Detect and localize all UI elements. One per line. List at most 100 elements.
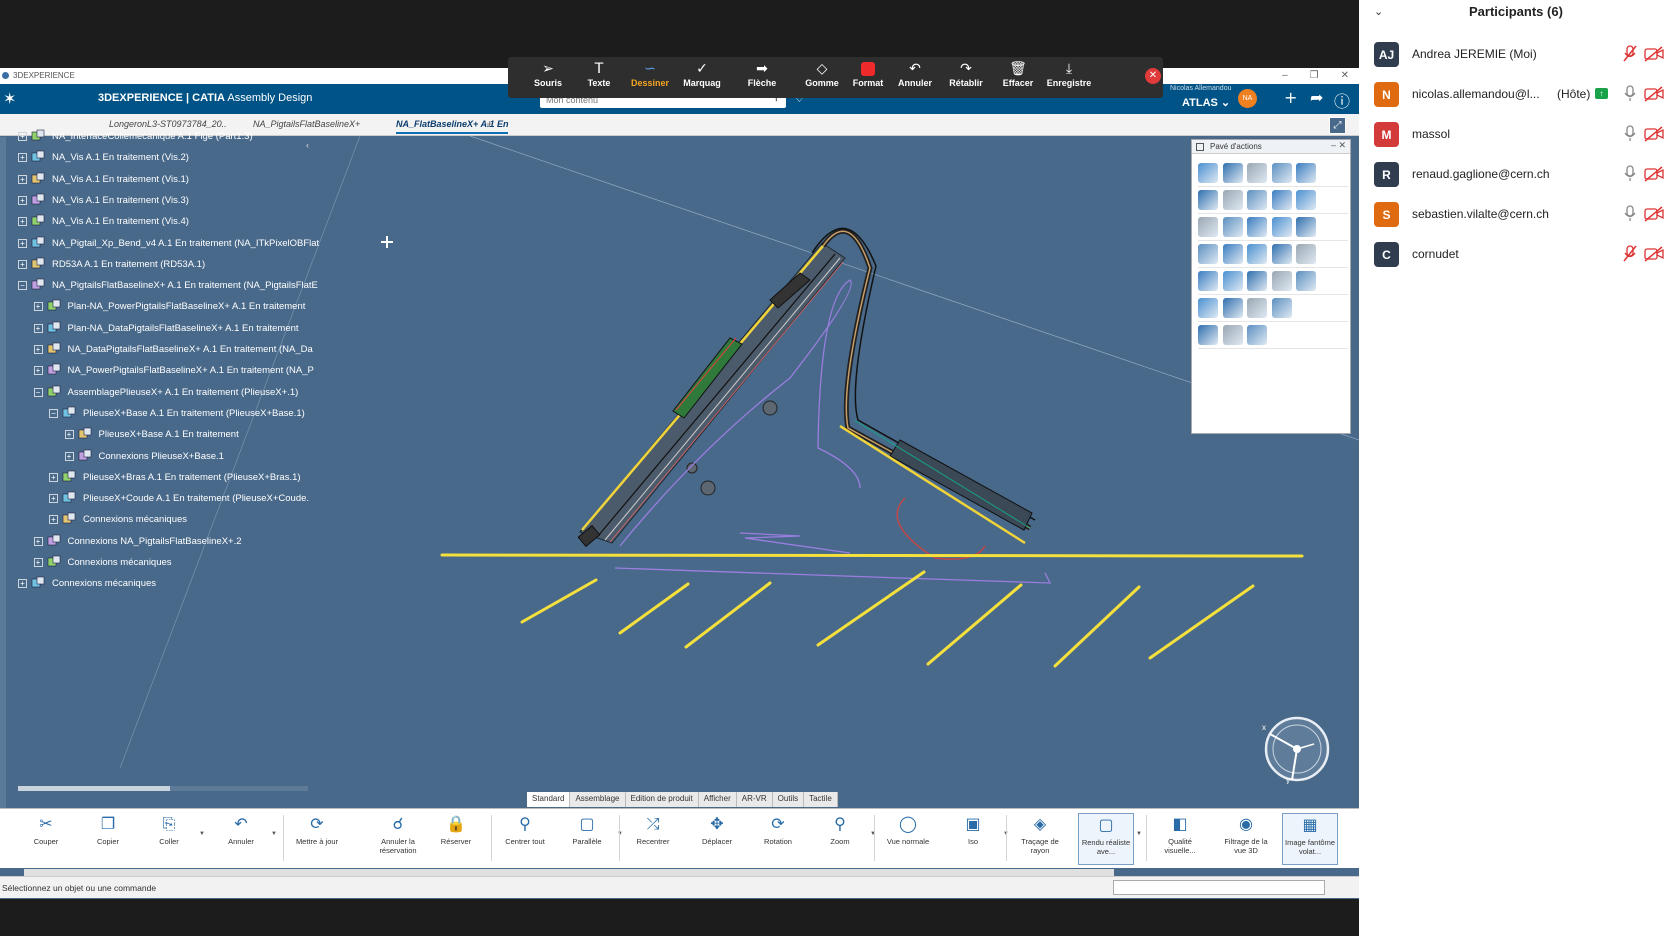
palette-command-icon[interactable]: [1247, 163, 1267, 183]
tool-parallel-cube[interactable]: ▢ Parallèle: [559, 813, 615, 865]
annotation-tool-marquag[interactable]: ✓ Marquag: [676, 60, 728, 96]
expand-node-icon[interactable]: +: [18, 579, 27, 589]
tool-visual-quality[interactable]: ◧ Qualité visuelle...: [1152, 813, 1208, 865]
participant-row[interactable]: Ssebastien.vilalte@cern.ch: [1359, 194, 1668, 235]
palette-command-icon[interactable]: [1198, 163, 1218, 183]
help-icon[interactable]: ⓘ: [1334, 88, 1350, 112]
palette-command-icon[interactable]: [1271, 244, 1292, 264]
close-icon[interactable]: ✕: [1341, 70, 1349, 81]
annotation-tool-gomme[interactable]: ◇ Gomme: [796, 60, 848, 96]
dropdown-arrow-icon[interactable]: ▼: [271, 831, 277, 837]
expand-node-icon[interactable]: +: [18, 153, 27, 163]
collapse-node-icon[interactable]: −: [33, 387, 43, 397]
palette-command-icon[interactable]: [1247, 190, 1267, 210]
participant-row[interactable]: Nnicolas.allemandou@l... (Hôte) ↑: [1359, 74, 1668, 115]
expand-node-icon[interactable]: +: [18, 132, 27, 141]
tree-node[interactable]: + Plan-NA_PowerPigtailsFlatBaselineX+ A.1…: [0, 297, 320, 317]
annotation-tool-souris[interactable]: ➢ Souris: [522, 60, 574, 96]
tool-scissors[interactable]: ✂ Couper: [18, 813, 74, 865]
palette-command-icon[interactable]: [1198, 244, 1218, 264]
participant-row[interactable]: AJ Andrea JEREMIE (Moi): [1359, 34, 1668, 75]
palette-command-icon[interactable]: [1247, 244, 1267, 264]
mic-icon[interactable]: [1623, 125, 1637, 142]
tool-update[interactable]: ⟳ Mettre à jour: [289, 813, 345, 865]
annotation-tool-enregistre[interactable]: ⤓ Enregistre: [1043, 60, 1095, 96]
palette-command-icon[interactable]: [1198, 325, 1218, 345]
participant-row[interactable]: Rrenaud.gaglione@cern.ch: [1359, 154, 1668, 195]
palette-command-icon[interactable]: [1198, 217, 1218, 237]
tool-rotate[interactable]: ⟳ Rotation: [750, 813, 806, 865]
palette-command-icon[interactable]: [1222, 325, 1243, 345]
mic-muted-icon[interactable]: [1623, 45, 1637, 62]
participant-row[interactable]: Ccornudet: [1359, 234, 1668, 275]
annotation-tool-texte[interactable]: T Texte: [573, 60, 625, 96]
annotation-tool-annuler[interactable]: ↶ Annuler: [889, 60, 941, 96]
expand-node-icon[interactable]: +: [49, 472, 58, 482]
dropdown-arrow-icon[interactable]: ▼: [1136, 831, 1142, 837]
tree-node[interactable]: + Plan-NA_DataPigtailsFlatBaselineX+ A.1 …: [0, 319, 320, 339]
tool-unreserve[interactable]: ☌ Annuler la réservation: [370, 813, 426, 865]
tree-node[interactable]: + Connexions PlieuseX+Base.1: [0, 447, 320, 467]
palette-command-icon[interactable]: [1247, 298, 1267, 318]
expand-node-icon[interactable]: +: [33, 558, 43, 567]
new-tab-icon[interactable]: +: [486, 117, 493, 131]
tree-node[interactable]: + NA_Vis A.1 En traitement (Vis.2): [0, 148, 320, 168]
mic-icon[interactable]: [1623, 85, 1637, 102]
tool-copy[interactable]: ❐ Copier: [80, 813, 136, 865]
expand-node-icon[interactable]: +: [18, 238, 27, 248]
fullscreen-icon[interactable]: ⤢: [1329, 117, 1346, 134]
tree-node[interactable]: + NA_PowerPigtailsFlatBaselineX+ A.1 En t…: [0, 361, 320, 381]
tool-center-all[interactable]: ⚲ Centrer tout: [497, 813, 553, 865]
expand-node-icon[interactable]: +: [33, 302, 43, 312]
tree-node[interactable]: + NA_Vis A.1 En traitement (Vis.3): [0, 191, 320, 211]
action-bar-scrollbar[interactable]: [24, 869, 1114, 876]
action-tab[interactable]: Assemblage: [570, 792, 626, 807]
expand-node-icon[interactable]: +: [33, 345, 43, 354]
action-tab[interactable]: Standard: [527, 792, 571, 807]
camera-off-icon[interactable]: [1644, 126, 1664, 142]
expand-node-icon[interactable]: +: [49, 515, 58, 525]
command-input[interactable]: [1113, 880, 1325, 895]
tree-node[interactable]: − PlieuseX+Base A.1 En traitement (Plieus…: [0, 404, 320, 424]
palette-command-icon[interactable]: [1222, 271, 1243, 291]
dropdown-arrow-icon[interactable]: ▼: [199, 831, 205, 837]
tree-node[interactable]: + PlieuseX+Base A.1 En traitement: [0, 425, 320, 445]
camera-off-icon[interactable]: [1644, 206, 1664, 222]
action-tab[interactable]: Edition de produit: [625, 792, 699, 807]
collapse-node-icon[interactable]: −: [49, 408, 58, 418]
tool-ray-trace[interactable]: ◈ Traçage de rayon: [1012, 813, 1068, 865]
chevron-down-icon[interactable]: ⌄: [1374, 5, 1383, 18]
tool-lock[interactable]: 🔒 Réserver: [428, 813, 484, 865]
annotation-tool-flèche[interactable]: ➡ Flèche: [736, 60, 788, 96]
tree-node[interactable]: + Connexions mécaniques: [0, 574, 320, 594]
palette-command-icon[interactable]: [1296, 217, 1316, 237]
collapse-node-icon[interactable]: −: [18, 281, 27, 291]
palette-command-icon[interactable]: [1198, 190, 1218, 210]
palette-command-icon[interactable]: [1247, 271, 1267, 291]
tree-node[interactable]: + NA_InterfaceCollemecanique A.1 Fige (Pa…: [0, 127, 320, 147]
palette-command-icon[interactable]: [1198, 271, 1218, 291]
palette-window-buttons[interactable]: – ✕: [1331, 140, 1346, 151]
expand-node-icon[interactable]: +: [18, 174, 27, 184]
palette-command-icon[interactable]: [1296, 244, 1316, 264]
palette-command-icon[interactable]: [1198, 298, 1218, 318]
dropdown-arrow-icon[interactable]: ▼: [870, 831, 876, 837]
expand-node-icon[interactable]: +: [33, 366, 43, 376]
palette-command-icon[interactable]: [1296, 190, 1316, 210]
close-annotation-icon[interactable]: ✕: [1145, 68, 1161, 84]
scroll-thumb[interactable]: [18, 786, 170, 791]
palette-command-icon[interactable]: [1222, 163, 1243, 183]
action-tab[interactable]: Tactile: [804, 792, 838, 807]
tree-node[interactable]: + NA_Pigtail_Xp_Bend_v4 A.1 En traitement…: [0, 234, 320, 254]
expand-node-icon[interactable]: +: [33, 536, 43, 546]
action-tab[interactable]: Afficher: [698, 792, 737, 807]
palette-command-icon[interactable]: [1222, 298, 1243, 318]
camera-off-icon[interactable]: [1644, 86, 1664, 102]
expand-node-icon[interactable]: +: [64, 451, 74, 461]
annotation-tool-rétablir[interactable]: ↷ Rétablir: [940, 60, 992, 96]
3d-compass-icon[interactable]: x y: [1262, 714, 1332, 784]
palette-command-icon[interactable]: [1271, 298, 1292, 318]
palette-command-icon[interactable]: [1271, 163, 1292, 183]
tree-node[interactable]: + NA_DataPigtailsFlatBaselineX+ A.1 En tr…: [0, 340, 320, 360]
tree-node[interactable]: + NA_Vis A.1 En traitement (Vis.4): [0, 212, 320, 232]
